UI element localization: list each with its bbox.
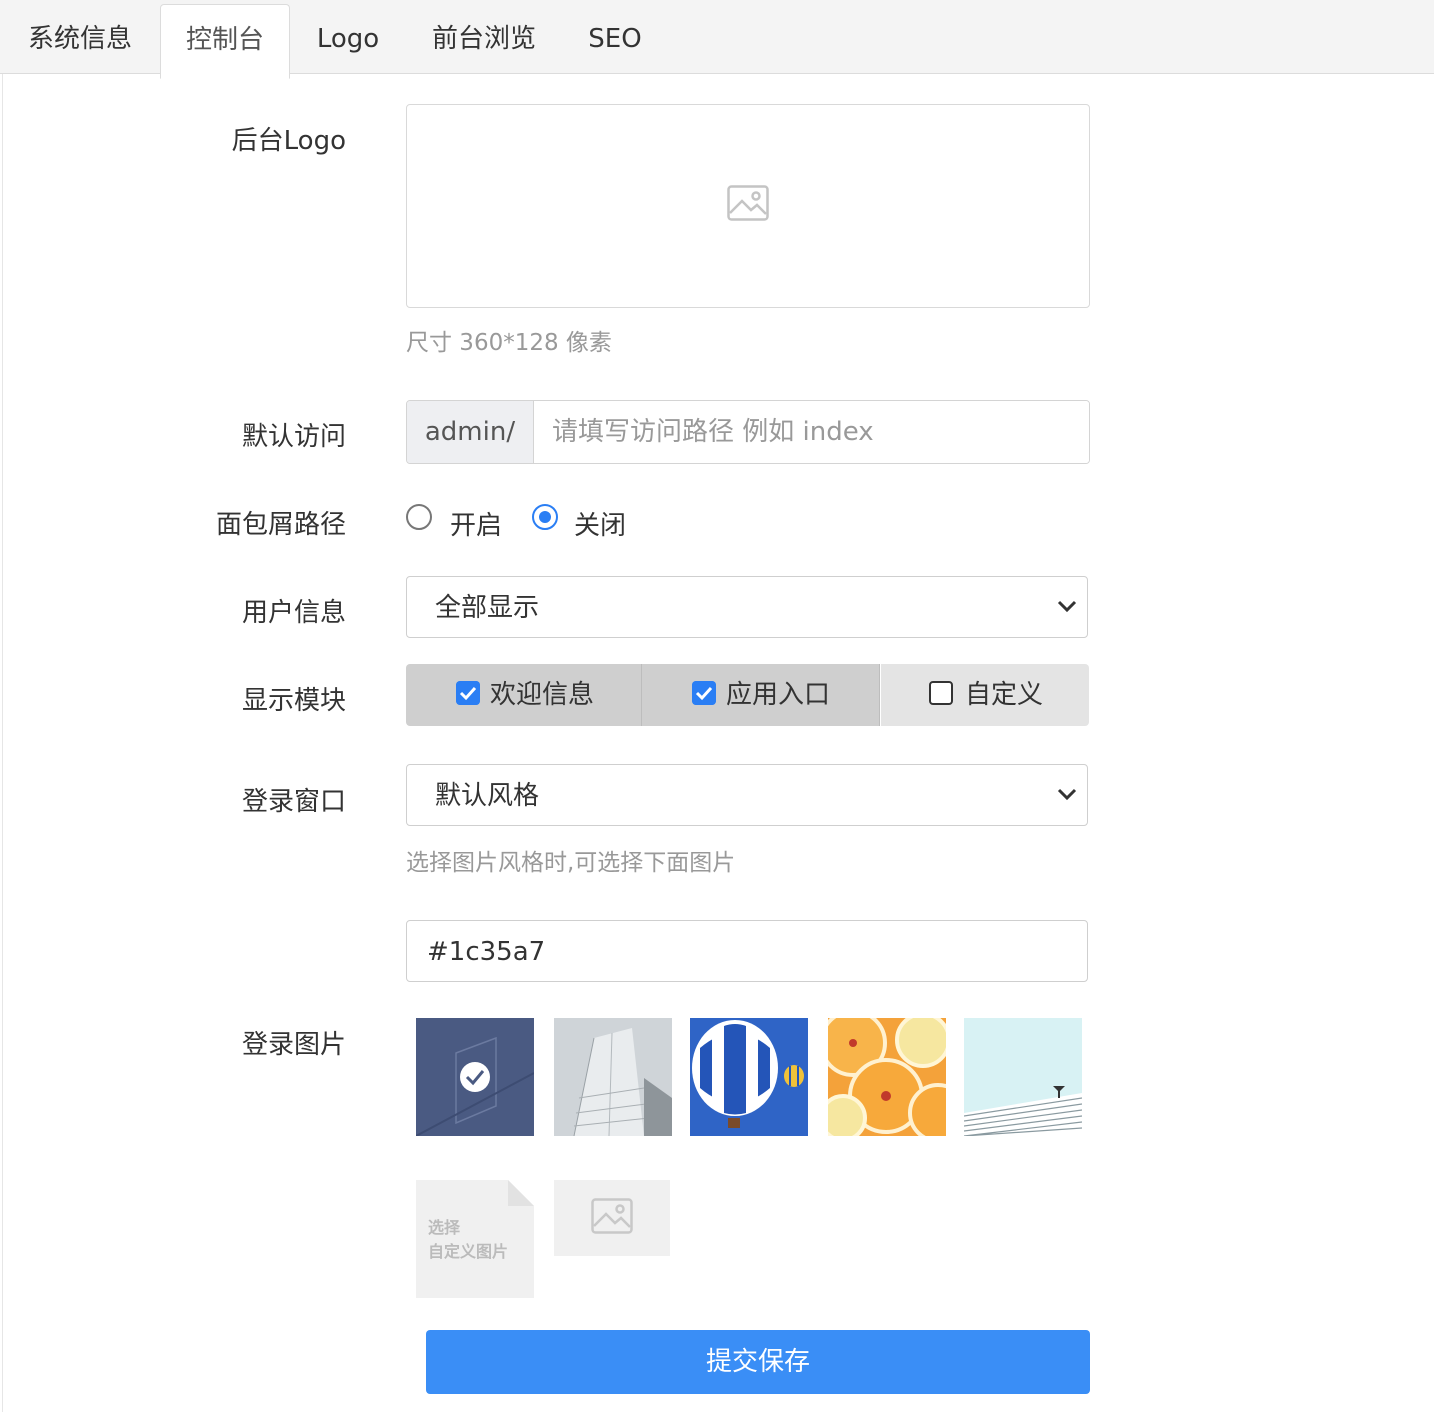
login-image-thumb-4[interactable] — [828, 1018, 946, 1136]
user-info-label: 用户信息 — [241, 598, 346, 628]
login-window-label: 登录窗口 — [241, 787, 346, 817]
module-app-entry[interactable]: 应用入口 — [642, 664, 880, 726]
image-placeholder-icon — [591, 1198, 633, 1234]
module-custom[interactable]: 自定义 — [881, 664, 1089, 726]
module-app-entry-label: 应用入口 — [726, 680, 831, 710]
hot-air-balloon-image — [690, 1018, 808, 1136]
checkbox-unchecked-icon — [929, 681, 953, 705]
module-welcome[interactable]: 欢迎信息 — [406, 664, 642, 726]
custom-image-line1: 选择 — [428, 1218, 461, 1237]
checkbox-checked-icon — [456, 681, 480, 705]
chevron-down-icon — [1057, 600, 1077, 613]
login-image-thumb-2[interactable] — [554, 1018, 672, 1136]
tab-logo[interactable]: Logo — [296, 0, 400, 73]
roof-sky-image — [964, 1018, 1082, 1136]
login-window-hint: 选择图片风格时,可选择下面图片 — [406, 850, 736, 876]
tab-label: SEO — [588, 24, 642, 54]
oranges-image — [828, 1018, 946, 1136]
abstract-blue-image — [416, 1018, 534, 1136]
tab-label: Logo — [316, 24, 380, 54]
breadcrumb-label: 面包屑路径 — [215, 510, 346, 540]
tab-label: 前台浏览 — [431, 24, 536, 54]
tab-label: 控制台 — [185, 25, 264, 55]
chevron-down-icon — [1057, 788, 1077, 801]
breadcrumb-off-radio[interactable] — [532, 504, 558, 530]
breadcrumb-on-radio[interactable] — [406, 504, 432, 530]
login-window-value: 默认风格 — [435, 781, 540, 811]
custom-image-text: 选择 自定义图片 — [428, 1216, 508, 1264]
image-placeholder-icon — [727, 185, 769, 221]
module-welcome-label: 欢迎信息 — [490, 680, 595, 710]
logo-size-hint: 尺寸 360*128 像素 — [406, 330, 612, 356]
module-custom-label: 自定义 — [965, 680, 1044, 710]
tab-bar: 系统信息 控制台 Logo 前台浏览 SEO — [0, 0, 1434, 79]
login-image-thumb-1[interactable] — [416, 1018, 534, 1136]
default-access-group: admin/ — [406, 400, 1090, 464]
breadcrumb-off-label[interactable]: 关闭 — [574, 505, 626, 542]
skyscraper-image — [554, 1018, 672, 1136]
login-image-label: 登录图片 — [241, 1030, 346, 1060]
tab-console[interactable]: 控制台 — [160, 4, 290, 79]
login-image-thumb-5[interactable] — [964, 1018, 1082, 1136]
submit-save-button[interactable]: 提交保存 — [426, 1330, 1090, 1394]
custom-image-line2: 自定义图片 — [428, 1242, 509, 1261]
breadcrumb-on-label[interactable]: 开启 — [450, 505, 502, 542]
login-window-select[interactable]: 默认风格 — [406, 764, 1088, 826]
logo-label: 后台Logo — [231, 126, 346, 156]
tab-frontend[interactable]: 前台浏览 — [414, 0, 554, 73]
default-access-input[interactable] — [534, 401, 1089, 463]
user-info-value: 全部显示 — [435, 593, 540, 623]
default-access-label: 默认访问 — [241, 422, 346, 452]
tab-label: 系统信息 — [27, 24, 132, 54]
checkbox-checked-icon — [692, 681, 716, 705]
tab-system-info[interactable]: 系统信息 — [0, 0, 160, 73]
login-color-input[interactable]: #1c35a7 — [406, 920, 1088, 982]
custom-image-preview — [554, 1180, 670, 1256]
modules-label: 显示模块 — [241, 686, 346, 716]
logo-upload-box[interactable] — [406, 104, 1090, 308]
tab-seo[interactable]: SEO — [570, 0, 660, 73]
custom-image-picker[interactable]: 选择 自定义图片 — [416, 1180, 534, 1298]
login-image-thumb-3[interactable] — [690, 1018, 808, 1136]
path-prefix-addon: admin/ — [407, 401, 534, 463]
user-info-select[interactable]: 全部显示 — [406, 576, 1088, 638]
